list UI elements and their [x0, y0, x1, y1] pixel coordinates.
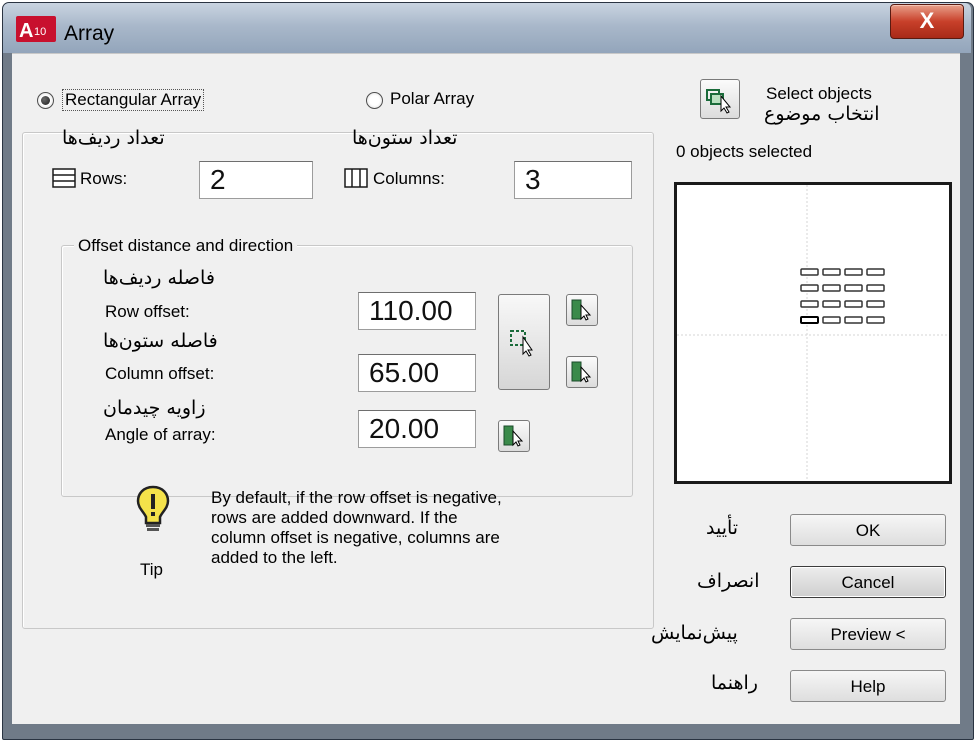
select-objects-button[interactable]	[700, 79, 740, 119]
tip-line: By default, if the row offset is negativ…	[211, 488, 502, 507]
objects-selected-status: 0 objects selected	[676, 142, 813, 161]
polar-array-radio[interactable]	[366, 92, 383, 109]
tip-line: column offset is negative, columns are	[211, 528, 500, 547]
pick-angle-icon	[503, 425, 524, 447]
pick-row-offset-icon	[571, 299, 592, 321]
rows-label-fa: تعداد ردیف‌ها	[62, 127, 165, 149]
rows-icon	[52, 168, 76, 193]
ok-button[interactable]: OK	[790, 514, 946, 546]
row-offset-label-fa: فاصله ردیف‌ها	[103, 267, 215, 289]
pick-both-offsets-button[interactable]	[498, 294, 550, 390]
close-button[interactable]: X	[890, 4, 964, 39]
lightbulb-icon	[136, 485, 170, 540]
array-preview-graphic	[677, 185, 949, 481]
pick-column-offset-icon	[571, 361, 592, 383]
angle-of-array-label: Angle of array:	[105, 425, 216, 444]
row-offset-input[interactable]: 110.00	[358, 292, 476, 330]
rectangular-array-label[interactable]: Rectangular Array	[62, 89, 205, 111]
array-preview-pane	[674, 182, 952, 484]
select-objects-label: Select objects	[766, 84, 872, 103]
pick-row-offset-button[interactable]	[566, 294, 598, 326]
window-title: Array	[64, 22, 115, 45]
select-objects-icon	[706, 89, 732, 114]
row-offset-label: Row offset:	[105, 302, 190, 321]
preview-button[interactable]: Preview <	[790, 618, 946, 650]
column-offset-label-fa: فاصله ستون‌ها	[103, 330, 218, 352]
select-objects-label-fa: انتخاب موضوع	[764, 103, 880, 125]
cancel-label-fa: انصراف	[697, 570, 760, 592]
pick-both-offsets-icon	[510, 330, 533, 357]
rectangular-array-radio[interactable]	[37, 92, 54, 109]
angle-of-array-input[interactable]: 20.00	[358, 410, 476, 448]
tip-line: rows are added downward. If the	[211, 508, 458, 527]
polar-array-label[interactable]: Polar Array	[390, 89, 474, 109]
tip-text: By default, if the row offset is negativ…	[211, 488, 581, 568]
columns-label-fa: تعداد ستون‌ها	[352, 127, 458, 149]
help-button[interactable]: Help	[790, 670, 946, 702]
svg-text:A: A	[19, 20, 33, 42]
preview-label-fa: پیش‌نمایش	[651, 622, 738, 644]
tip-label: Tip	[140, 560, 163, 579]
column-offset-input[interactable]: 65.00	[358, 354, 476, 392]
rows-input[interactable]: 2	[199, 161, 313, 199]
columns-icon	[344, 168, 368, 193]
svg-text:10: 10	[34, 26, 46, 38]
help-label-fa: راهنما	[711, 672, 758, 694]
rows-label: Rows:	[80, 169, 128, 188]
columns-input[interactable]: 3	[514, 161, 632, 199]
columns-label: Columns:	[373, 169, 445, 188]
cancel-button[interactable]: Cancel	[790, 566, 946, 598]
angle-label-fa: زاویه چیدمان	[103, 397, 206, 419]
offset-group-title: Offset distance and direction	[74, 236, 298, 256]
ok-label-fa: تأیید	[706, 517, 739, 539]
autocad-app-icon: A 10	[16, 16, 56, 42]
close-icon: X	[919, 8, 935, 33]
pick-angle-button[interactable]	[498, 420, 530, 452]
column-offset-label: Column offset:	[105, 364, 215, 383]
pick-column-offset-button[interactable]	[566, 356, 598, 388]
tip-line: added to the left.	[211, 548, 338, 567]
title-bar[interactable]	[3, 3, 971, 53]
